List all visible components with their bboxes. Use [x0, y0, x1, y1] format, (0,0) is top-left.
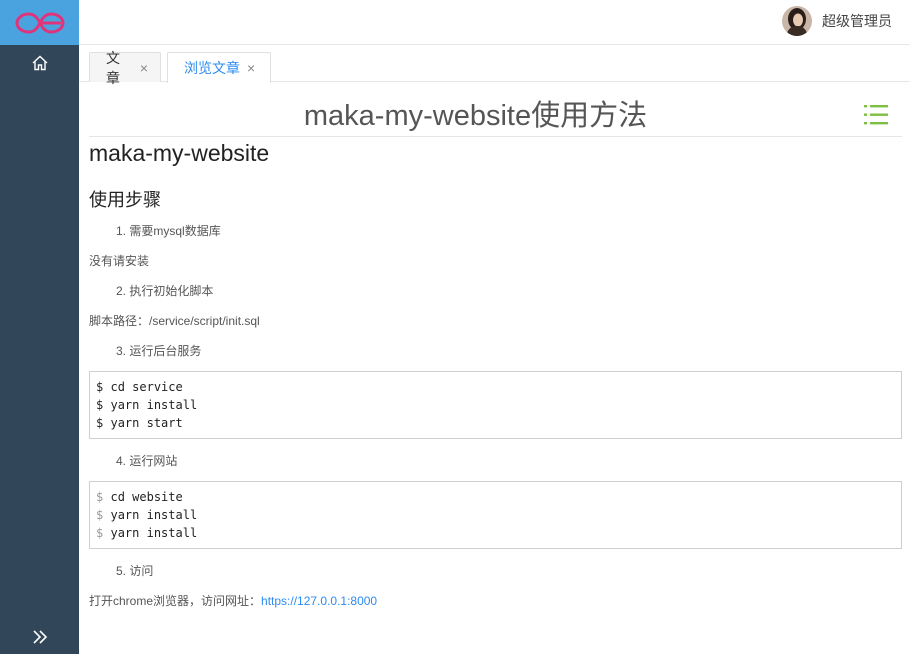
list-item: 4. 运行网站 — [116, 452, 177, 469]
page-title: maka-my-website使用方法 — [303, 100, 648, 132]
tab-bar: 文章 × 浏览文章 × — [79, 45, 910, 86]
home-button[interactable] — [0, 48, 79, 78]
step-number: 3. — [116, 344, 127, 358]
step-number: 2. — [116, 284, 127, 298]
step-number: 4. — [116, 454, 127, 468]
code-line: $ yarn start — [96, 416, 183, 430]
list-icon — [864, 105, 888, 125]
avatar[interactable] — [782, 6, 812, 36]
step-number: 1. — [116, 224, 127, 238]
home-icon — [32, 55, 47, 71]
tab-browse-article[interactable]: 浏览文章 × — [167, 52, 271, 83]
toc-button[interactable] — [863, 102, 889, 128]
sidebar-collapse-button[interactable] — [0, 622, 79, 652]
paragraph: 没有请安装 — [89, 254, 150, 268]
code-line: $ yarn install — [96, 398, 198, 412]
site-link[interactable]: https://127.0.0.1:8000 — [261, 594, 377, 608]
user-name: 超级管理员 — [822, 13, 892, 29]
step-text: 需要mysql数据库 — [129, 224, 221, 238]
close-icon[interactable]: × — [247, 61, 255, 75]
infinity-logo-icon — [14, 11, 65, 34]
tab-label: 文章 — [106, 49, 120, 86]
tab-label: 浏览文章 — [184, 60, 240, 76]
list-item: 1. 需要mysql数据库 — [116, 222, 221, 239]
user-avatar-icon — [782, 6, 812, 36]
step-text: 执行初始化脚本 — [129, 284, 214, 298]
code-block[interactable]: $ cd service $ yarn install $ yarn start — [89, 371, 902, 439]
code-line: $ cd service — [96, 380, 183, 394]
tab-articles[interactable]: 文章 × — [89, 50, 161, 86]
code-block[interactable]: $ cd website $ yarn install $ yarn insta… — [89, 481, 902, 549]
double-chevron-right-icon — [32, 630, 47, 644]
step-text: 运行后台服务 — [129, 344, 202, 358]
article-subheading: 使用步骤 — [89, 190, 161, 210]
paragraph: 打开chrome浏览器，访问网址：https://127.0.0.1:8000 — [89, 592, 377, 609]
sidebar — [0, 0, 79, 654]
list-item: 5. 访问 — [116, 562, 153, 579]
list-item: 2. 执行初始化脚本 — [116, 282, 213, 299]
paragraph: 脚本路径：/service/script/init.sql — [89, 314, 260, 328]
code-line: $ yarn install — [96, 508, 198, 522]
step-number: 5. — [116, 564, 127, 578]
step-text: 访问 — [129, 564, 154, 578]
code-line: $ cd website — [96, 490, 183, 504]
list-item: 3. 运行后台服务 — [116, 342, 201, 359]
logo[interactable] — [0, 0, 79, 45]
title-divider — [89, 136, 902, 137]
code-line: $ yarn install — [96, 526, 198, 540]
paragraph-text: 打开chrome浏览器，访问网址： — [89, 594, 262, 608]
article-heading: maka-my-website — [89, 140, 270, 166]
close-icon[interactable]: × — [140, 61, 148, 75]
step-text: 运行网站 — [129, 454, 178, 468]
top-header: 超级管理员 — [79, 0, 910, 45]
user-menu[interactable]: 超级管理员 — [782, 5, 892, 37]
